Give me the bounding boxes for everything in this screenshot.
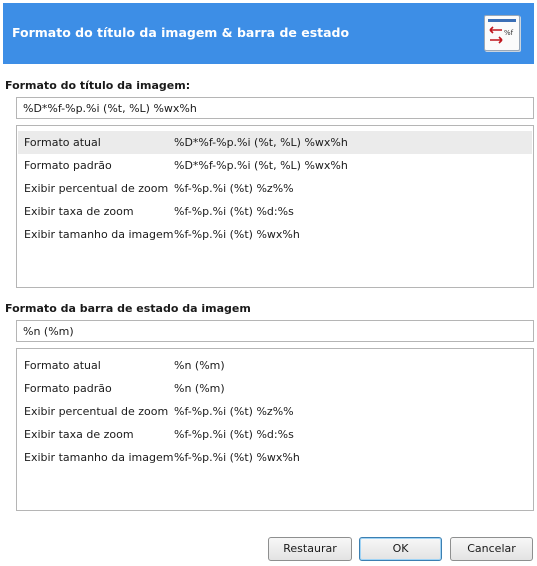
list-item[interactable]: Exibir percentual de zoom %f-%p.%i (%t) …	[18, 177, 532, 200]
status-format-label: Formato da barra de estado da imagem	[5, 302, 251, 315]
list-item-key: Formato padrão	[24, 382, 112, 395]
list-item-key: Exibir tamanho da imagem	[24, 451, 174, 464]
list-item[interactable]: Exibir percentual de zoom %f-%p.%i (%t) …	[18, 400, 532, 423]
list-item[interactable]: Exibir taxa de zoom %f-%p.%i (%t) %d:%s	[18, 423, 532, 446]
list-item-value: %f-%p.%i (%t) %wx%h	[174, 451, 300, 464]
status-format-list[interactable]: Formato atual %n (%m) Formato padrão %n …	[16, 348, 534, 511]
list-item[interactable]: Formato padrão %n (%m)	[18, 377, 532, 400]
list-item[interactable]: Exibir tamanho da imagem %f-%p.%i (%t) %…	[18, 223, 532, 246]
list-item[interactable]: Formato atual %D*%f-%p.%i (%t, %L) %wx%h	[18, 131, 532, 154]
list-item-value: %D*%f-%p.%i (%t, %L) %wx%h	[174, 159, 348, 172]
list-item-key: Exibir tamanho da imagem	[24, 228, 174, 241]
list-item-key: Formato atual	[24, 359, 101, 372]
list-item[interactable]: Formato atual %n (%m)	[18, 354, 532, 377]
restore-button[interactable]: Restaurar	[268, 537, 352, 561]
cancel-button[interactable]: Cancelar	[450, 537, 533, 561]
icon-label: %f	[504, 29, 514, 37]
list-item-key: Exibir taxa de zoom	[24, 205, 134, 218]
list-item-value: %n (%m)	[174, 382, 225, 395]
list-item-value: %f-%p.%i (%t) %wx%h	[174, 228, 300, 241]
list-item-value: %n (%m)	[174, 359, 225, 372]
list-item-value: %f-%p.%i (%t) %d:%s	[174, 428, 294, 441]
list-item-key: Exibir taxa de zoom	[24, 428, 134, 441]
list-item[interactable]: Formato padrão %D*%f-%p.%i (%t, %L) %wx%…	[18, 154, 532, 177]
list-item-value: %D*%f-%p.%i (%t, %L) %wx%h	[174, 136, 348, 149]
list-item-key: Exibir percentual de zoom	[24, 182, 169, 195]
list-item-value: %f-%p.%i (%t) %z%%	[174, 405, 294, 418]
list-item[interactable]: Exibir taxa de zoom %f-%p.%i (%t) %d:%s	[18, 200, 532, 223]
list-item-value: %f-%p.%i (%t) %z%%	[174, 182, 294, 195]
list-item-value: %f-%p.%i (%t) %d:%s	[174, 205, 294, 218]
title-format-icon: %f	[484, 15, 520, 51]
title-format-input[interactable]	[16, 97, 534, 119]
dialog-header: Formato do título da imagem & barra de e…	[0, 0, 537, 67]
list-item-key: Formato atual	[24, 136, 101, 149]
title-format-label: Formato do título da imagem:	[5, 79, 191, 92]
list-item-key: Formato padrão	[24, 159, 112, 172]
title-format-list[interactable]: Formato atual %D*%f-%p.%i (%t, %L) %wx%h…	[16, 125, 534, 288]
status-format-input[interactable]	[16, 320, 534, 342]
dialog-title: Formato do título da imagem & barra de e…	[12, 25, 350, 40]
list-item-key: Exibir percentual de zoom	[24, 405, 169, 418]
ok-button[interactable]: OK	[359, 537, 442, 561]
list-item[interactable]: Exibir tamanho da imagem %f-%p.%i (%t) %…	[18, 446, 532, 469]
